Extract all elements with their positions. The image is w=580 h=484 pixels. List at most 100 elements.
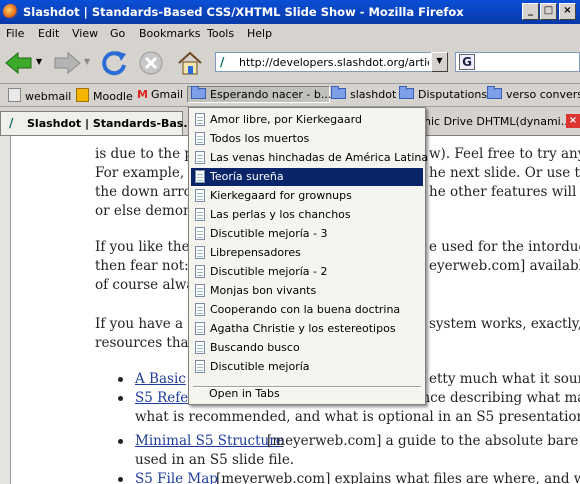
dropdown-item-label: Las venas hinchadas de América Latina bbox=[210, 151, 429, 164]
bookmark-label: Disputations bbox=[418, 88, 488, 101]
open-in-tabs-item[interactable]: Open in Tabs bbox=[209, 387, 280, 400]
dropdown-item[interactable]: Buscando busco bbox=[191, 339, 423, 357]
search-input[interactable]: G bbox=[455, 52, 580, 72]
url-input[interactable]: / http://developers.slashdot.org/article… bbox=[215, 52, 432, 72]
menu-edit[interactable]: Edit bbox=[38, 27, 59, 40]
bookmark-label: Esperando nacer - b... bbox=[210, 88, 332, 101]
dropdown-item-label: Teoría sureña bbox=[210, 170, 284, 183]
page-icon bbox=[195, 208, 205, 221]
bookmark-label: webmail bbox=[25, 90, 72, 103]
menu-bar: File Edit View Go Bookmarks Tools Help bbox=[0, 24, 580, 43]
dropdown-item[interactable]: Discutible mejoría bbox=[191, 358, 423, 376]
dropdown-item-label: Cooperando con la buena doctrina bbox=[210, 303, 401, 316]
content-line: is due to the pr bbox=[95, 146, 200, 162]
content-line: or else demons bbox=[95, 203, 199, 219]
close-button[interactable]: × bbox=[559, 3, 576, 20]
content-line: of course alway bbox=[95, 277, 203, 293]
bookmark-webmail[interactable]: webmail bbox=[8, 88, 71, 103]
tab-dhtml[interactable]: nic Drive DHTML(dynami... bbox=[424, 115, 571, 128]
bookmark-gmail[interactable]: M Gmail bbox=[137, 88, 183, 101]
link-s5-file-map[interactable]: S5 File Map bbox=[135, 471, 218, 484]
content-line: he next slide. Or use the bbox=[429, 165, 580, 181]
content-line: he other features will be e bbox=[429, 184, 580, 200]
folder-icon bbox=[191, 86, 206, 99]
page-icon bbox=[195, 265, 205, 278]
link-a-basic[interactable]: A Basic bbox=[135, 371, 186, 387]
title-bar: Slashdot | Standards-Based CSS/XHTML Sli… bbox=[0, 0, 580, 24]
page-icon bbox=[195, 170, 205, 183]
bookmark-moodle[interactable]: Moodle bbox=[76, 88, 133, 103]
slashdot-favicon-icon: / bbox=[9, 116, 14, 130]
page-icon bbox=[195, 113, 205, 126]
menu-view[interactable]: View bbox=[72, 27, 98, 40]
menu-bookmarks[interactable]: Bookmarks bbox=[139, 27, 200, 40]
gmail-icon: M bbox=[137, 88, 148, 101]
tab-label: Slashdot | Standards-Bas... bbox=[27, 117, 196, 130]
page-icon bbox=[195, 227, 205, 240]
dropdown-item[interactable]: Discutible mejoría - 2 bbox=[191, 263, 423, 281]
dropdown-item-label: Todos los muertos bbox=[210, 132, 310, 145]
content-line: etty much what it sounds bbox=[429, 371, 580, 387]
dropdown-item[interactable]: Amor libre, por Kierkegaard bbox=[191, 111, 423, 129]
dropdown-item[interactable]: Las perlas y los chanchos bbox=[191, 206, 423, 224]
list-bullet bbox=[118, 439, 123, 444]
bookmark-label: verso conversos bbox=[506, 88, 580, 101]
bookmark-label: Gmail bbox=[150, 88, 184, 101]
dropdown-item[interactable]: Cooperando con la buena doctrina bbox=[191, 301, 423, 319]
url-dropdown-button[interactable]: ▼ bbox=[431, 52, 448, 72]
forward-dropdown-icon[interactable]: ▼ bbox=[84, 57, 90, 66]
dropdown-item-selected[interactable]: Teoría sureña bbox=[191, 168, 423, 186]
bookmark-folder-verso-conversos[interactable]: verso conversos bbox=[487, 86, 580, 101]
tab-slashdot[interactable]: / Slashdot | Standards-Bas... bbox=[0, 111, 196, 135]
dropdown-item[interactable]: Kierkegaard for grownups bbox=[191, 187, 423, 205]
bookmark-folder-disputations[interactable]: Disputations bbox=[399, 86, 488, 101]
content-line: e used for the intorducto bbox=[429, 239, 580, 255]
link-minimal-s5-structure[interactable]: Minimal S5 Structure bbox=[135, 433, 284, 449]
home-icon[interactable] bbox=[176, 49, 204, 77]
menu-go[interactable]: Go bbox=[110, 27, 125, 40]
page-icon bbox=[8, 88, 21, 102]
content-line: what is recommended, and what is optiona… bbox=[135, 409, 580, 425]
dropdown-item[interactable]: Discutible mejoría - 3 bbox=[191, 225, 423, 243]
page-icon bbox=[195, 189, 205, 202]
dropdown-item-label: Discutible mejoría - 2 bbox=[210, 265, 328, 278]
page-icon bbox=[195, 322, 205, 335]
moodle-icon bbox=[76, 88, 89, 102]
folder-icon bbox=[331, 86, 346, 99]
dropdown-item[interactable]: Librepensadores bbox=[191, 244, 423, 262]
dropdown-item-label: Amor libre, por Kierkegaard bbox=[210, 113, 362, 126]
dropdown-item[interactable]: Todos los muertos bbox=[191, 130, 423, 148]
folder-icon bbox=[487, 86, 502, 99]
forward-icon[interactable] bbox=[52, 50, 82, 76]
back-icon[interactable] bbox=[4, 50, 34, 76]
dropdown-item-label: Buscando busco bbox=[210, 341, 300, 354]
bookmark-folder-esperando-nacer[interactable]: Esperando nacer - b... bbox=[187, 86, 332, 103]
bookmark-folder-slashdot[interactable]: slashdot bbox=[331, 86, 396, 101]
dropdown-item-label: Las perlas y los chanchos bbox=[210, 208, 351, 221]
bookmarks-toolbar: webmail Moodle M Gmail Esperando nacer - … bbox=[0, 84, 580, 107]
folder-icon bbox=[399, 86, 414, 99]
content-line: If you like the g bbox=[95, 239, 203, 255]
content-line: the down arrov bbox=[95, 184, 200, 200]
menu-help[interactable]: Help bbox=[247, 27, 272, 40]
page-icon bbox=[195, 341, 205, 354]
firefox-icon bbox=[3, 4, 18, 19]
minimize-button[interactable]: _ bbox=[522, 3, 539, 20]
back-dropdown-icon[interactable]: ▼ bbox=[36, 57, 42, 66]
dropdown-item-label: Discutible mejoría bbox=[210, 360, 310, 373]
menu-file[interactable]: File bbox=[6, 27, 24, 40]
maximize-button[interactable]: □ bbox=[540, 3, 557, 20]
google-search-icon[interactable]: G bbox=[459, 54, 475, 70]
slashdot-favicon-icon: / bbox=[220, 55, 225, 69]
menu-tools[interactable]: Tools bbox=[207, 27, 234, 40]
dropdown-item[interactable]: Monjas bon vivants bbox=[191, 282, 423, 300]
bookmark-folder-dropdown: Amor libre, por Kierkegaard Todos los mu… bbox=[188, 107, 428, 405]
dropdown-item[interactable]: Las venas hinchadas de América Latina bbox=[191, 149, 428, 167]
page-icon bbox=[195, 303, 205, 316]
page-icon bbox=[195, 132, 205, 145]
reload-icon[interactable] bbox=[100, 49, 128, 77]
stop-icon[interactable] bbox=[138, 50, 164, 76]
dropdown-item[interactable]: Agatha Christie y los estereotipos bbox=[191, 320, 423, 338]
close-tab-icon[interactable]: × bbox=[566, 114, 580, 128]
page-icon bbox=[195, 284, 205, 297]
